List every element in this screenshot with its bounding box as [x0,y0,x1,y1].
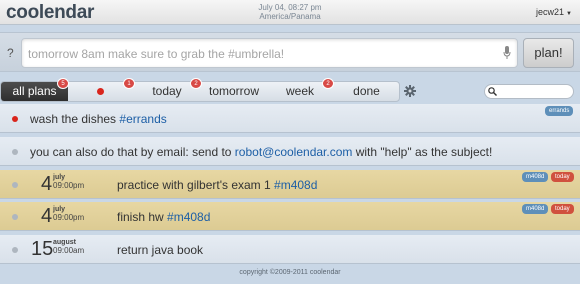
due-time: 09:00pm [53,181,85,190]
chevron-down-icon[interactable]: ▼ [566,11,572,17]
tab-count-badge: 2 [322,78,334,89]
today-badge[interactable]: today [551,204,574,214]
bullet-icon[interactable] [12,182,18,188]
tab-today-label: today [152,84,182,98]
plan-input[interactable]: tomorrow 8am make sure to grab the #umbr… [21,38,518,68]
due-day: 4 [41,173,53,195]
item-tag-link[interactable]: #m408d [167,210,210,224]
current-date: July 04, 08:27 pm [258,3,322,12]
microphone-icon[interactable] [503,46,511,60]
due-date-detail: july 09:00pm [53,174,84,190]
username[interactable]: jecw21 [536,7,564,17]
list-item[interactable]: 15 august 09:00am return java book [0,235,580,264]
due-date-detail: july 09:00pm [53,206,84,222]
bullet-icon[interactable] [12,149,18,155]
item-tag-link[interactable]: #m408d [274,178,317,192]
list-item[interactable]: 4 july 09:00pm practice with gilbert's e… [0,170,580,199]
due-day: 15 [31,238,54,260]
red-dot-icon [96,88,104,96]
current-timezone: America/Panama [259,12,321,21]
email-link[interactable]: robot@coolendar.com [235,145,353,159]
help-button[interactable]: ? [7,46,14,60]
due-time: 09:00am [53,246,85,255]
item-text: finish hw #m408d [117,210,210,224]
due-date-detail: august 09:00am [53,239,84,255]
item-text-suffix: with "help" as the subject! [352,145,493,159]
tab-count-badge: 1 [123,78,135,89]
item-text-body: you can also do that by email: send to [30,145,235,159]
current-datetime: July 04, 08:27 pm America/Panama [245,3,335,21]
search-icon [488,87,497,96]
plan-input-placeholder: tomorrow 8am make sure to grab the #umbr… [28,47,285,61]
search-input[interactable] [484,84,574,99]
item-text: return java book [117,243,203,257]
tab-week-label: week [285,84,314,98]
due-day: 4 [41,205,53,227]
app-logo[interactable]: coolendar [6,2,94,24]
category-badge[interactable]: m408d [522,204,549,214]
tab-done[interactable]: done [334,82,399,101]
list-item[interactable]: you can also do that by email: send to r… [0,137,580,166]
priority-dot-icon[interactable] [12,116,18,122]
due-time: 09:00pm [53,213,85,222]
item-tag-link[interactable]: #errands [119,112,166,126]
tab-tomorrow-label: tomorrow [208,84,259,98]
bullet-icon[interactable] [12,247,18,253]
tab-done-label: done [353,84,380,98]
item-text-body: practice with gilbert's exam 1 [117,178,275,192]
list-item[interactable]: wash the dishes #errands errands [0,104,580,133]
category-badge[interactable]: errands [545,106,574,116]
plan-entry-bar: ? tomorrow 8am make sure to grab the #um… [0,32,580,72]
tab-count-badge: 2 [190,78,202,89]
tab-tomorrow[interactable]: tomorrow [202,82,266,101]
item-text: you can also do that by email: send to r… [30,145,492,159]
tab-all-plans-label: all plans [12,84,57,98]
top-bar: coolendar July 04, 08:27 pm America/Pana… [0,0,580,25]
user-menu[interactable]: jecw21 ▼ [536,7,572,17]
copyright-footer: copyright ©2009-2011 coolendar [239,269,341,276]
today-badge[interactable]: today [551,172,574,182]
plan-submit-button[interactable]: plan! [523,38,574,68]
tab-count-badge: 5 [57,78,69,89]
item-text-body: wash the dishes [30,112,120,126]
item-text: practice with gilbert's exam 1 #m408d [117,178,317,192]
gear-icon[interactable] [404,85,416,97]
item-text-body: return java book [117,243,204,257]
item-text-body: finish hw [117,210,168,224]
item-text: wash the dishes #errands [30,112,167,126]
bullet-icon[interactable] [12,214,18,220]
list-item[interactable]: 4 july 09:00pm finish hw #m408d m408d to… [0,202,580,231]
category-badge[interactable]: m408d [522,172,549,182]
